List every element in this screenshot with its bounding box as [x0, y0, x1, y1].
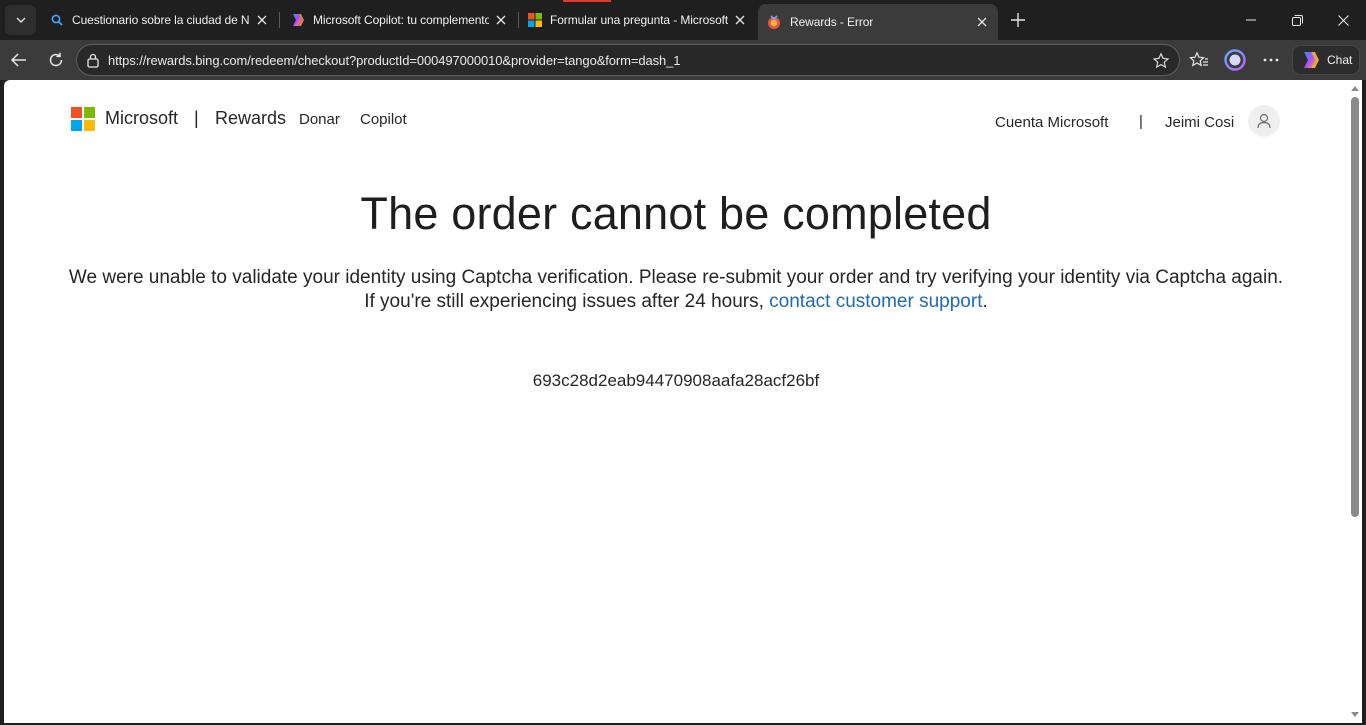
- browser-toolbar: https://rewards.bing.com/redeem/checkout…: [0, 40, 1366, 80]
- brand-microsoft-link[interactable]: Microsoft: [105, 108, 178, 129]
- logo-square-red: [71, 107, 82, 118]
- tab-divider: [518, 12, 519, 28]
- tab-strip: Cuestionario sobre la ciudad de Nueva Yo…: [0, 0, 1366, 40]
- microsoft-logo-icon: [528, 13, 542, 27]
- tab-formular-pregunta[interactable]: Formular una pregunta - Microsoft Commun…: [520, 4, 756, 36]
- chat-label: Chat: [1327, 53, 1353, 67]
- logo-square-blue: [71, 120, 82, 131]
- tab-close-button[interactable]: [732, 12, 748, 28]
- more-options-button[interactable]: [1256, 45, 1286, 75]
- contact-support-link[interactable]: contact customer support: [769, 291, 982, 312]
- error-message-end: .: [982, 291, 988, 312]
- copilot-icon: [293, 14, 304, 26]
- rewards-icon: [768, 15, 780, 29]
- avatar[interactable]: [1248, 105, 1280, 137]
- page-viewport: Microsoft | Rewards Donar Copilot Cuenta…: [4, 80, 1348, 723]
- tab-accent-bar: [563, 0, 611, 2]
- tab-title: Cuestionario sobre la ciudad de Nueva Yo…: [72, 13, 250, 27]
- microsoft-logo-icon[interactable]: [71, 107, 95, 131]
- close-icon: [496, 15, 506, 25]
- favorites-button[interactable]: [1184, 45, 1214, 75]
- scroll-down-arrow-icon[interactable]: [1351, 712, 1359, 717]
- arrow-left-icon: [10, 53, 26, 67]
- scroll-thumb[interactable]: [1351, 97, 1359, 517]
- bing-search-icon: [51, 14, 63, 26]
- tab-rewards-error[interactable]: Rewards - Error: [758, 4, 998, 40]
- copilot-icon: [1304, 52, 1319, 68]
- user-name[interactable]: Jeimi Cosi: [1165, 114, 1234, 131]
- tab-title: Rewards - Error: [790, 15, 874, 29]
- tab-close-button[interactable]: [974, 14, 990, 30]
- close-icon: [257, 15, 267, 25]
- chevron-down-icon: [16, 17, 25, 23]
- minimize-icon: [1246, 19, 1256, 21]
- user-icon: [1257, 113, 1271, 129]
- refresh-button[interactable]: [41, 45, 71, 75]
- tab-cuestionario[interactable]: Cuestionario sobre la ciudad de Nueva Yo…: [42, 4, 278, 36]
- ellipsis-icon: [1263, 58, 1279, 62]
- tab-copilot[interactable]: Microsoft Copilot: tu complemento de IA: [281, 4, 517, 36]
- tab-close-button[interactable]: [493, 12, 509, 28]
- tab-close-button[interactable]: [254, 12, 270, 28]
- tab-actions-menu-button[interactable]: [5, 5, 36, 35]
- account-separator: |: [1139, 113, 1143, 130]
- tab-divider: [279, 12, 280, 28]
- reference-code: 693c28d2eab94470908aafa28acf26bf: [532, 371, 820, 390]
- close-icon: [977, 17, 987, 27]
- nav-donar-link[interactable]: Donar: [299, 111, 340, 128]
- logo-square-yellow: [84, 120, 95, 131]
- page-title: The order cannot be completed: [360, 188, 992, 239]
- microsoft-account-link[interactable]: Cuenta Microsoft: [995, 114, 1108, 131]
- logo-square-green: [84, 107, 95, 118]
- favorites-icon: [1189, 51, 1208, 67]
- favorite-star-button[interactable]: [1149, 49, 1173, 73]
- profile-copilot-button[interactable]: [1220, 45, 1250, 75]
- close-window-button[interactable]: [1320, 6, 1366, 34]
- error-message: We were unable to validate your identity…: [64, 266, 1288, 314]
- close-icon: [735, 15, 745, 25]
- new-tab-button[interactable]: [1004, 6, 1032, 34]
- restore-button[interactable]: [1274, 6, 1320, 34]
- scroll-up-arrow-icon[interactable]: [1351, 86, 1359, 91]
- address-bar[interactable]: https://rewards.bing.com/redeem/checkout…: [76, 44, 1180, 76]
- brand-separator: |: [194, 108, 199, 128]
- url-text[interactable]: https://rewards.bing.com/redeem/checkout…: [108, 53, 681, 68]
- nav-rewards-link[interactable]: Rewards: [215, 108, 286, 129]
- minimize-button[interactable]: [1228, 6, 1274, 34]
- copilot-chat-button[interactable]: Chat: [1292, 45, 1360, 75]
- copilot-circle-icon: [1224, 49, 1246, 71]
- lock-icon[interactable]: [85, 52, 101, 68]
- refresh-icon: [49, 52, 63, 67]
- plus-icon: [1011, 13, 1025, 27]
- restore-icon: [1291, 14, 1303, 26]
- close-icon: [1337, 14, 1349, 26]
- star-icon: [1152, 52, 1170, 69]
- nav-copilot-link[interactable]: Copilot: [360, 111, 407, 128]
- tab-title: Formular una pregunta - Microsoft Commun…: [550, 13, 728, 27]
- back-button[interactable]: [4, 45, 34, 75]
- page-scrollbar[interactable]: [1348, 80, 1362, 723]
- tab-title: Microsoft Copilot: tu complemento de IA: [313, 13, 489, 27]
- error-message-text: We were unable to validate your identity…: [68, 267, 1284, 312]
